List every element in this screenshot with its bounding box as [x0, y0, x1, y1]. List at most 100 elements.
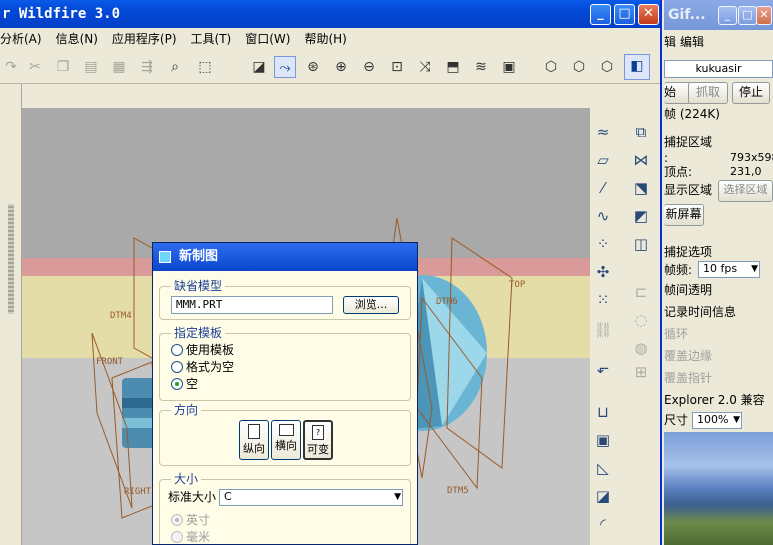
portrait-button[interactable]: 纵向 — [239, 420, 269, 460]
side-menu-item-0[interactable]: 辑 — [664, 34, 676, 50]
zoom-in-icon[interactable]: ⊕ — [330, 56, 352, 78]
title-bar[interactable]: r Wildfire 3.0 — [0, 0, 660, 28]
round-icon[interactable]: ◜ — [590, 512, 616, 536]
close-button[interactable]: ✕ — [638, 4, 659, 25]
radio-mm[interactable]: 毫米 — [171, 529, 210, 544]
datum-label-right: RIGHT — [124, 487, 152, 497]
analysis-icon[interactable]: ⁙ — [590, 288, 616, 312]
stop-button[interactable]: 停止 — [732, 82, 770, 104]
maximize-button[interactable]: □ — [614, 4, 635, 25]
landscape-button[interactable]: 横向 — [271, 420, 301, 460]
radio-empty[interactable]: 空 — [171, 376, 198, 392]
default-model-input[interactable]: MMM.PRT — [171, 296, 333, 314]
option-cover-edge[interactable]: 覆盖边缘 — [664, 348, 712, 364]
size-label: 大小 — [171, 472, 202, 486]
menu-tools[interactable]: 工具(T) — [184, 28, 239, 50]
layers-icon[interactable]: ≋ — [470, 56, 492, 78]
shading-icon[interactable]: ◧ — [624, 54, 650, 80]
radio-dot — [171, 361, 183, 373]
menu-applications[interactable]: 应用程序(P) — [105, 28, 184, 50]
draft-icon[interactable]: ◪ — [590, 484, 616, 508]
zoom-select[interactable]: 100% — [692, 412, 742, 429]
browse-button[interactable]: 浏览... — [343, 296, 399, 314]
radio-use-template[interactable]: 使用模板 — [171, 342, 234, 358]
orient-mode-icon[interactable]: ⊛ — [302, 56, 324, 78]
redo-icon[interactable]: ↷ — [0, 56, 22, 78]
option-loop[interactable]: 循环 — [664, 326, 688, 342]
search-tool-icon[interactable]: ⌕ — [164, 56, 186, 78]
view-manager-icon[interactable]: ▣ — [498, 56, 520, 78]
thicken-icon[interactable]: ◍ — [628, 336, 654, 360]
fps-label: 帧频: — [664, 263, 693, 277]
option-frame-transparency[interactable]: 帧间透明 — [664, 282, 712, 298]
fps-select[interactable]: 10 fps — [698, 261, 760, 278]
landscape-icon — [278, 424, 294, 436]
copy-icon[interactable]: ❐ — [52, 56, 74, 78]
frames-info: 帧 (224K) — [664, 107, 720, 121]
side-close-button[interactable]: ✕ — [756, 6, 772, 25]
dialog-title: 新制图 — [179, 249, 219, 264]
band-top — [22, 108, 590, 258]
show-area-label[interactable]: 显示区域 — [664, 182, 712, 198]
option-cover-pointer[interactable]: 覆盖指针 — [664, 370, 712, 386]
spin-center-icon[interactable]: ⤳ — [274, 56, 296, 78]
variable-button[interactable]: ? 可变 — [303, 420, 333, 460]
mirror-icon[interactable]: ⋈ — [628, 148, 654, 172]
refit-icon[interactable]: ⊡ — [386, 56, 408, 78]
sketch-curve-icon[interactable]: ∿ — [590, 204, 616, 228]
side-maximize-button[interactable]: □ — [738, 6, 757, 25]
shell-icon[interactable]: ▣ — [590, 428, 616, 452]
regenerate-icon[interactable]: ⇶ — [136, 56, 158, 78]
coordinate-system-icon[interactable]: ✣ — [590, 260, 616, 284]
standard-size-select[interactable]: C — [219, 489, 403, 506]
reorient-icon[interactable]: ⤨ — [414, 56, 436, 78]
hole-icon[interactable]: ⊔ — [590, 400, 616, 424]
paste-icon[interactable]: ▤ — [80, 56, 102, 78]
datum-axis-icon[interactable]: ⁄ — [590, 176, 616, 200]
paste-special-icon[interactable]: ▦ — [108, 56, 130, 78]
window-title: r Wildfire 3.0 — [2, 6, 121, 22]
dock-handle[interactable] — [8, 204, 14, 314]
selection-box-icon[interactable]: ⬚ — [194, 56, 216, 78]
surface-icon[interactable]: ◩ — [628, 204, 654, 228]
zoom-out-icon[interactable]: ⊖ — [358, 56, 380, 78]
menu-window[interactable]: 窗口(W) — [238, 28, 297, 50]
left-dock-strip — [0, 84, 22, 545]
side-menu-item-1[interactable]: 编辑 — [680, 34, 704, 50]
name-field[interactable]: kukuasir — [664, 60, 773, 78]
menu-analysis[interactable]: 分析(A) — [0, 28, 49, 50]
hidden-line-icon[interactable]: ⬡ — [568, 56, 590, 78]
trim-icon[interactable]: ⊏ — [628, 280, 654, 304]
datum-curve-icon[interactable]: ≈ — [590, 120, 616, 144]
repaint-icon[interactable]: ◪ — [248, 56, 270, 78]
grab-button[interactable]: 抓取 — [688, 82, 728, 104]
menu-bar: 分析(A) 信息(N) 应用程序(P) 工具(T) 窗口(W) 帮助(H) — [0, 28, 660, 50]
menu-help[interactable]: 帮助(H) — [297, 28, 353, 50]
radio-inch[interactable]: 英寸 — [171, 512, 210, 528]
sketch-tool-icon[interactable]: ⬐ — [590, 356, 616, 380]
menu-info[interactable]: 信息(N) — [49, 28, 105, 50]
datum-label-dtm6: DTM6 — [436, 297, 458, 307]
offset-icon[interactable]: ◌ — [628, 308, 654, 332]
rib-icon[interactable]: ◺ — [590, 456, 616, 480]
new-screen-button[interactable]: 新屏幕 — [664, 204, 704, 226]
group-icon[interactable]: ⧉ — [628, 120, 654, 144]
wireframe-icon[interactable]: ⬡ — [540, 56, 562, 78]
datum-plane-icon[interactable]: ▱ — [590, 148, 616, 172]
pattern-icon[interactable]: ⊞ — [628, 360, 654, 384]
radio-label: 使用模板 — [186, 343, 235, 357]
side-minimize-button[interactable]: _ — [718, 6, 737, 25]
explorer-compat[interactable]: Explorer 2.0 兼容 — [664, 392, 765, 408]
select-area-button[interactable]: 选择区域 — [718, 180, 773, 202]
no-hidden-icon[interactable]: ⬡ — [596, 56, 618, 78]
radio-empty-with-format[interactable]: 格式为空 — [171, 359, 234, 375]
minimize-button[interactable]: _ — [590, 4, 611, 25]
chain-icon[interactable]: ⛓ — [590, 318, 616, 342]
saved-views-icon[interactable]: ⬒ — [442, 56, 464, 78]
cut-icon[interactable]: ✂ — [24, 56, 46, 78]
option-record-time[interactable]: 记录时间信息 — [664, 304, 736, 320]
datum-point-icon[interactable]: ⁘ — [590, 232, 616, 256]
dialog-title-bar[interactable]: 新制图 — [153, 243, 417, 271]
extrude-icon[interactable]: ⬔ — [628, 176, 654, 200]
boundary-blend-icon[interactable]: ◫ — [628, 232, 654, 256]
